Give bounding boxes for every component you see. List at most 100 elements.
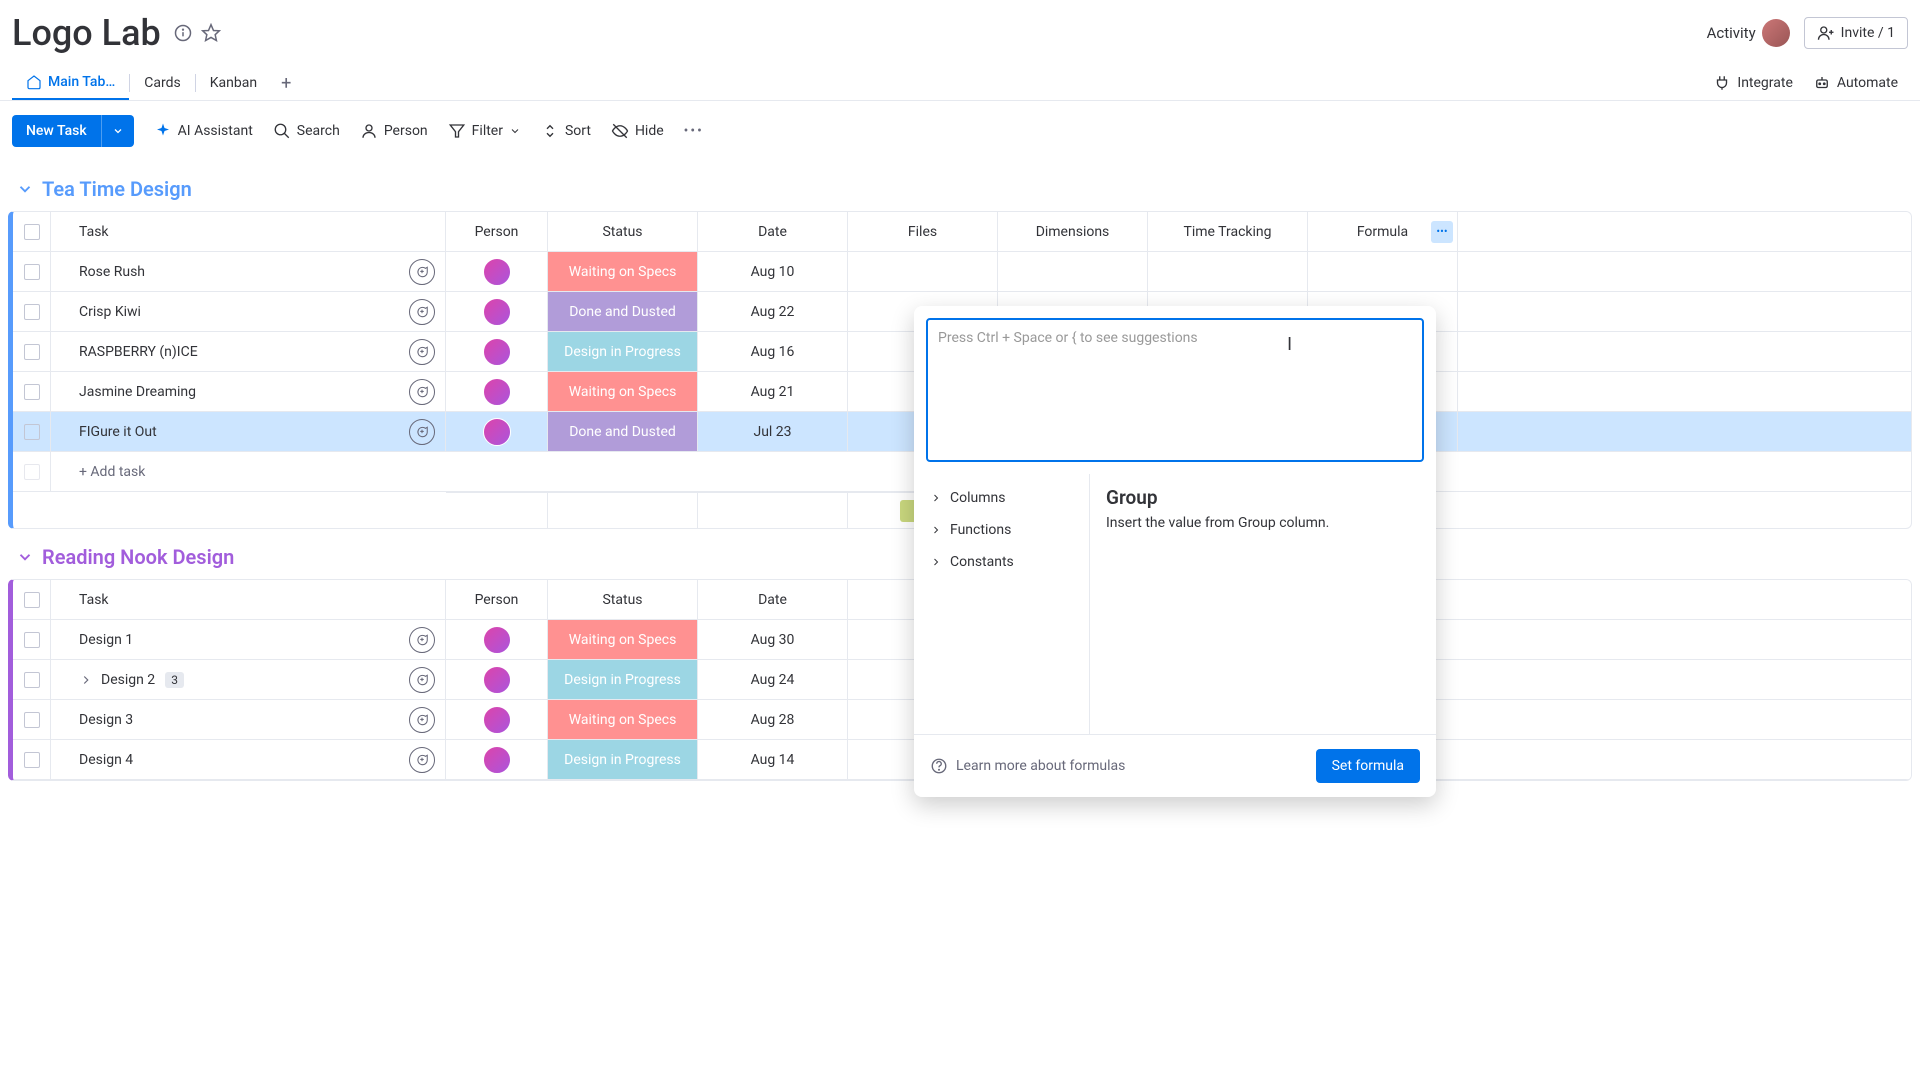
date-cell[interactable]: Aug 22 — [698, 292, 848, 331]
person-cell[interactable] — [446, 412, 548, 451]
column-header-formula[interactable]: Formula••• — [1308, 212, 1458, 251]
conversation-icon[interactable] — [409, 707, 435, 733]
status-cell[interactable]: Waiting on Specs — [548, 700, 698, 739]
chevron-right-icon[interactable] — [79, 673, 93, 687]
conversation-icon[interactable] — [409, 419, 435, 445]
conversation-icon[interactable] — [409, 339, 435, 365]
search-button[interactable]: Search — [273, 122, 340, 140]
column-header-status[interactable]: Status — [548, 580, 698, 619]
formula-category-constants[interactable]: Constants — [914, 546, 1089, 578]
date-cell[interactable]: Aug 21 — [698, 372, 848, 411]
task-name[interactable]: RASPBERRY (n)ICE — [79, 344, 198, 360]
collapse-icon[interactable] — [16, 548, 34, 566]
task-name[interactable]: FIGure it Out — [79, 424, 157, 440]
star-icon[interactable] — [201, 23, 221, 43]
date-cell[interactable]: Aug 16 — [698, 332, 848, 371]
column-header-task[interactable]: Task — [51, 580, 446, 619]
files-cell[interactable] — [848, 252, 998, 291]
add-tab-button[interactable]: + — [271, 67, 301, 100]
group-title[interactable]: Reading Nook Design — [42, 545, 234, 569]
person-cell[interactable] — [446, 700, 548, 739]
status-cell[interactable]: Design in Progress — [548, 660, 698, 699]
column-header-date[interactable]: Date — [698, 580, 848, 619]
person-cell[interactable] — [446, 660, 548, 699]
table-row[interactable]: Rose Rush Waiting on Specs Aug 10 — [13, 252, 1911, 292]
column-header-person[interactable]: Person — [446, 212, 548, 251]
person-cell[interactable] — [446, 372, 548, 411]
row-checkbox[interactable] — [13, 292, 51, 331]
task-name[interactable]: Rose Rush — [79, 264, 145, 280]
column-menu-button[interactable]: ••• — [1431, 221, 1453, 243]
conversation-icon[interactable] — [409, 627, 435, 653]
integrate-button[interactable]: Integrate — [1713, 74, 1793, 92]
tab-main[interactable]: Main Tab… — [12, 66, 129, 100]
row-checkbox[interactable] — [13, 740, 51, 779]
conversation-icon[interactable] — [409, 667, 435, 693]
column-header-time[interactable]: Time Tracking — [1148, 212, 1308, 251]
row-checkbox[interactable] — [13, 700, 51, 739]
learn-more-link[interactable]: Learn more about formulas — [930, 757, 1125, 775]
ai-assistant-button[interactable]: AI Assistant — [154, 122, 253, 140]
collapse-icon[interactable] — [16, 180, 34, 198]
formula-input[interactable]: Press Ctrl + Space or { to see suggestio… — [926, 318, 1424, 462]
date-cell[interactable]: Aug 24 — [698, 660, 848, 699]
info-icon[interactable] — [173, 23, 193, 43]
person-cell[interactable] — [446, 252, 548, 291]
automate-button[interactable]: Automate — [1813, 74, 1898, 92]
filter-button[interactable]: Filter — [448, 122, 521, 140]
task-name[interactable]: Design 1 — [79, 632, 133, 648]
column-header-task[interactable]: Task — [51, 212, 446, 251]
task-name[interactable]: Design 2 — [101, 672, 155, 688]
task-name[interactable]: Design 3 — [79, 712, 133, 728]
conversation-icon[interactable] — [409, 379, 435, 405]
sort-button[interactable]: Sort — [541, 122, 591, 140]
hide-button[interactable]: Hide — [611, 122, 664, 140]
person-cell[interactable] — [446, 740, 548, 779]
date-cell[interactable]: Aug 30 — [698, 620, 848, 659]
task-name[interactable]: Crisp Kiwi — [79, 304, 141, 320]
select-all-checkbox[interactable] — [13, 580, 51, 619]
activity-button[interactable]: Activity — [1707, 19, 1790, 47]
column-header-files[interactable]: Files — [848, 212, 998, 251]
status-cell[interactable]: Design in Progress — [548, 740, 698, 779]
person-filter-button[interactable]: Person — [360, 122, 428, 140]
board-title[interactable]: Logo Lab — [12, 12, 161, 54]
status-cell[interactable]: Waiting on Specs — [548, 620, 698, 659]
row-checkbox[interactable] — [13, 332, 51, 371]
date-cell[interactable]: Aug 10 — [698, 252, 848, 291]
conversation-icon[interactable] — [409, 299, 435, 325]
status-cell[interactable]: Waiting on Specs — [548, 252, 698, 291]
column-header-dimensions[interactable]: Dimensions — [998, 212, 1148, 251]
tab-kanban[interactable]: Kanban — [196, 67, 271, 99]
status-cell[interactable]: Done and Dusted — [548, 292, 698, 331]
column-header-person[interactable]: Person — [446, 580, 548, 619]
conversation-icon[interactable] — [409, 259, 435, 285]
set-formula-button[interactable]: Set formula — [1316, 749, 1420, 783]
date-cell[interactable]: Aug 14 — [698, 740, 848, 779]
formula-category-columns[interactable]: Columns — [914, 482, 1089, 514]
status-cell[interactable]: Design in Progress — [548, 332, 698, 371]
group-title[interactable]: Tea Time Design — [42, 177, 192, 201]
select-all-checkbox[interactable] — [13, 212, 51, 251]
status-cell[interactable]: Done and Dusted — [548, 412, 698, 451]
conversation-icon[interactable] — [409, 747, 435, 773]
formula-category-functions[interactable]: Functions — [914, 514, 1089, 546]
row-checkbox[interactable] — [13, 660, 51, 699]
person-cell[interactable] — [446, 292, 548, 331]
row-checkbox[interactable] — [13, 412, 51, 451]
more-options-button[interactable]: ••• — [684, 123, 704, 139]
column-header-date[interactable]: Date — [698, 212, 848, 251]
new-task-button[interactable]: New Task — [12, 115, 101, 147]
date-cell[interactable]: Aug 28 — [698, 700, 848, 739]
row-checkbox[interactable] — [13, 252, 51, 291]
invite-button[interactable]: Invite / 1 — [1804, 17, 1908, 49]
new-task-dropdown[interactable] — [101, 115, 134, 147]
date-cell[interactable]: Jul 23 — [698, 412, 848, 451]
status-cell[interactable]: Waiting on Specs — [548, 372, 698, 411]
task-name[interactable]: Jasmine Dreaming — [79, 384, 196, 400]
tab-cards[interactable]: Cards — [130, 67, 194, 99]
row-checkbox[interactable] — [13, 620, 51, 659]
person-cell[interactable] — [446, 620, 548, 659]
row-checkbox[interactable] — [13, 372, 51, 411]
column-header-status[interactable]: Status — [548, 212, 698, 251]
